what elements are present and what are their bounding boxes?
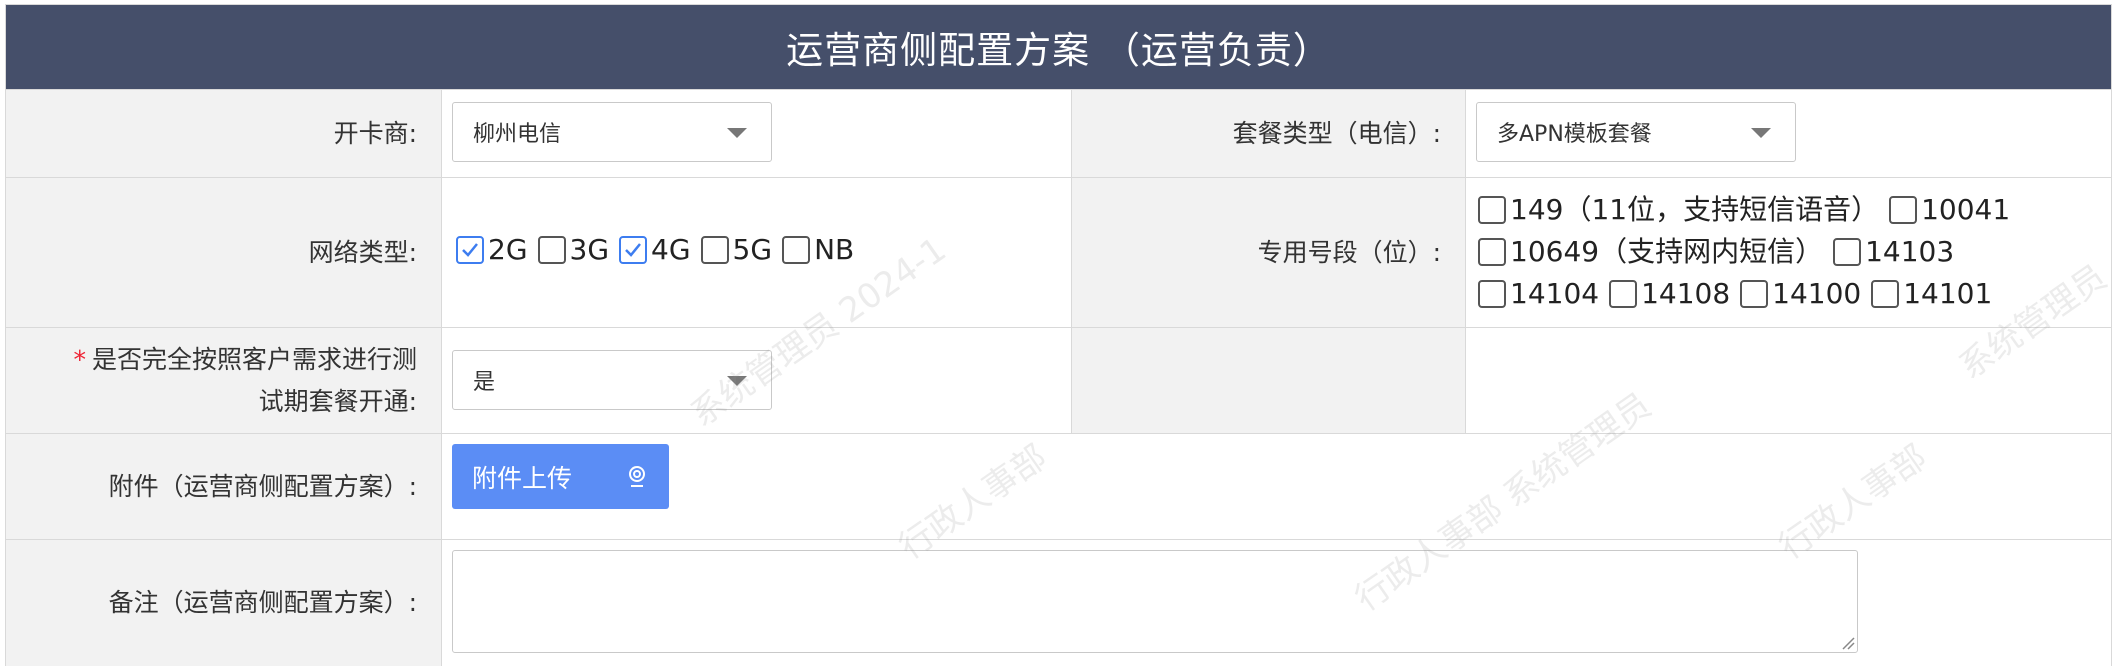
segment-option-label: 149（11位，支持短信语音） [1510,193,1880,226]
resize-grip-icon[interactable] [1841,636,1855,650]
remark-cell [442,540,2111,666]
attachment-cell: 附件上传 [442,434,2111,539]
network-option-label: NB [814,233,855,266]
segment-checkbox[interactable] [1478,237,1506,266]
network-option[interactable]: 2G [456,233,538,266]
segment-option-label: 10649（支持网内短信） [1510,235,1824,268]
network-type-label: 网络类型: [6,178,442,327]
network-option[interactable]: 3G [537,233,620,266]
segment-checkbox[interactable] [1478,195,1506,224]
network-option[interactable]: 5G [700,233,783,266]
segment-option[interactable]: 14100 [1740,272,1871,314]
trial-select[interactable]: 是 [452,350,772,410]
location-pin-icon [629,466,645,487]
plan-type-cell: 多APN模板套餐 [1466,90,2111,177]
plan-type-select[interactable]: 多APN模板套餐 [1476,102,1796,162]
segment-option-label: 14104 [1510,277,1600,310]
segment-label: 专用号段（位）: [1072,178,1466,327]
network-option-label: 2G [488,233,528,266]
segment-option[interactable]: 149（11位，支持短信语音） [1478,188,1889,230]
checkmark-icon [462,242,478,257]
card-vendor-cell: 柳州电信 [442,90,1072,177]
card-vendor-value: 柳州电信 [473,122,562,147]
segment-checkbox[interactable] [1740,279,1769,308]
network-checkbox[interactable] [700,235,729,264]
chevron-down-icon [1751,128,1771,138]
remark-label: 备注（运营商侧配置方案）: [6,540,442,666]
segment-cell: 149（11位，支持短信语音） 1004110649（支持网内短信） 1410314… [1466,178,2111,327]
upload-button-label: 附件上传 [472,463,573,493]
trial-label-line2: 试期套餐开通: [258,386,417,416]
empty-label-cell [1072,328,1466,433]
trial-label-line1: 是否完全按照客户需求进行测 [91,344,417,374]
network-option-label: 4G [651,233,691,266]
plan-type-label: 套餐类型（电信）: [1072,90,1466,177]
network-option-label: 5G [732,233,773,266]
segment-option-label: 10041 [1921,193,2011,226]
config-form: 运营商侧配置方案 （运营负责） 开卡商: 柳州电信 套餐类型（电信）: 多APN… [5,4,2112,666]
segment-checkbox[interactable] [1609,279,1638,308]
segment-checkbox[interactable] [1889,195,1918,224]
segment-option-label: 14101 [1903,277,1993,310]
upload-button[interactable]: 附件上传 [452,444,669,509]
segment-option[interactable]: 10041 [1889,188,2020,230]
card-vendor-label: 开卡商: [6,90,442,177]
required-mark: * [73,344,86,374]
segment-option-label: 14103 [1865,235,1955,268]
segment-option[interactable]: 14101 [1871,272,2002,314]
segment-option[interactable]: 14104 [1478,272,1609,314]
segment-option[interactable]: 10649（支持网内短信） [1478,230,1833,272]
row-vendor: 开卡商: 柳州电信 套餐类型（电信）: 多APN模板套餐 [6,89,2111,177]
segment-checkbox[interactable] [1871,279,1900,308]
trial-cell: 是 [442,328,1072,433]
trial-value: 是 [473,370,496,395]
network-option[interactable]: NB [782,233,864,266]
empty-value-cell [1466,328,2111,433]
checkmark-icon [625,242,641,257]
network-checkbox[interactable] [782,235,811,264]
chevron-down-icon [727,128,747,138]
form-title: 运营商侧配置方案 （运营负责） [786,29,1331,72]
trial-label: * 是否完全按照客户需求进行测 试期套餐开通: [6,328,442,433]
segment-options: 149（11位，支持短信语音） 1004110649（支持网内短信） 1410314… [1478,188,2038,314]
row-trial: * 是否完全按照客户需求进行测 试期套餐开通: 是 [6,327,2111,433]
form-header: 运营商侧配置方案 （运营负责） [6,5,2111,89]
segment-option-label: 14108 [1641,277,1731,310]
network-type-cell: 2G 3G 4G 5G NB [442,178,1072,327]
remark-textarea[interactable] [452,550,1858,653]
network-option-label: 3G [569,233,610,266]
network-checkbox[interactable] [456,235,484,264]
segment-checkbox[interactable] [1478,279,1506,308]
segment-option[interactable]: 14108 [1609,272,1740,314]
chevron-down-icon [727,376,747,386]
segment-option-label: 14100 [1772,277,1862,310]
card-vendor-select[interactable]: 柳州电信 [452,102,772,162]
segment-checkbox[interactable] [1833,237,1862,266]
row-attachment: 附件（运营商侧配置方案）: 附件上传 [6,433,2111,539]
network-option[interactable]: 4G [619,233,701,266]
plan-type-value: 多APN模板套餐 [1497,122,1652,147]
network-checkbox[interactable] [537,235,566,264]
network-type-options: 2G 3G 4G 5G NB [456,233,864,266]
attachment-label: 附件（运营商侧配置方案）: [6,434,442,539]
row-network: 网络类型: 2G 3G 4G 5G NB 专用号段（位）: 149（11位，支持短信语音… [6,177,2111,327]
segment-option[interactable]: 14103 [1833,230,1964,272]
network-checkbox[interactable] [619,235,648,264]
row-remark: 备注（运营商侧配置方案）: [6,539,2111,666]
